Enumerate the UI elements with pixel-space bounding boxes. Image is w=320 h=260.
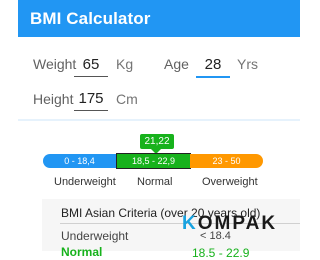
scale-normal-range: 18,5 - 22,9 [116, 153, 191, 169]
app-bar: BMI Calculator [18, 0, 300, 37]
scale-normal-label: Normal [137, 176, 173, 188]
bmi-result-badge: 21,22 [140, 134, 174, 149]
watermark-prefix: K [182, 213, 198, 234]
criteria-row-value: 18.5 - 22.9 [192, 246, 250, 260]
weight-label: Weight [33, 56, 77, 72]
scale-underweight-range: 0 - 18,4 [43, 154, 116, 168]
weight-input[interactable]: 65 [74, 55, 108, 77]
weight-unit: Kg [116, 56, 134, 72]
height-label: Height [33, 91, 74, 107]
age-label: Age [164, 56, 189, 72]
height-input[interactable]: 175 [74, 89, 108, 111]
scale-overweight-range: 23 - 50 [190, 154, 263, 168]
height-unit: Cm [116, 91, 138, 107]
criteria-row-label: Underweight [61, 229, 129, 243]
age-input[interactable]: 28 [196, 55, 230, 78]
scale-overweight-label: Overweight [202, 176, 258, 188]
scale-underweight-label: Underweight [54, 176, 116, 188]
watermark-text: OMPAK [197, 213, 278, 234]
section-divider [18, 119, 300, 121]
kompak-watermark-logo: KOMPAK [182, 214, 300, 234]
criteria-row-label: Normal [61, 245, 103, 259]
age-unit: Yrs [237, 56, 258, 72]
app-title: BMI Calculator [30, 9, 151, 28]
